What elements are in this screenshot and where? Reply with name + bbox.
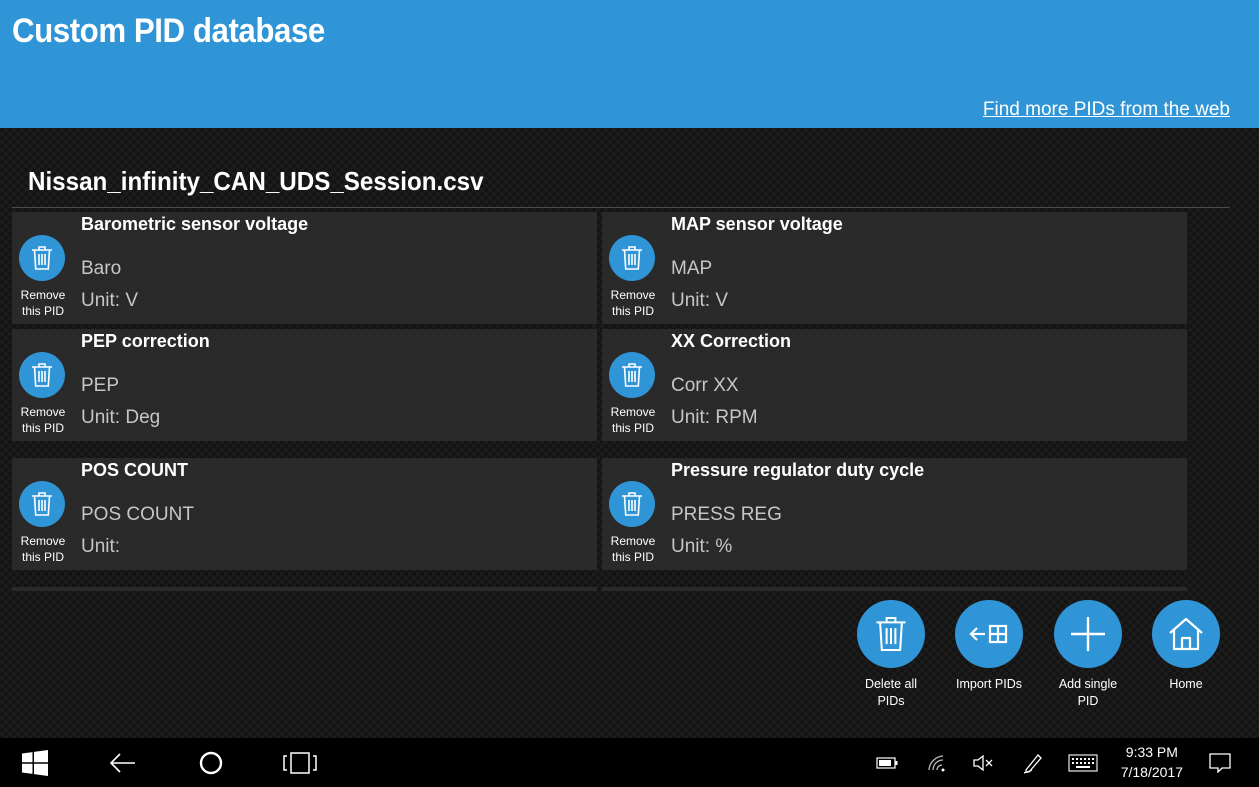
remove-label: Remove this PID	[20, 405, 66, 435]
windows-logo-icon	[22, 749, 48, 776]
pid-short-name: Corr XX	[671, 375, 739, 396]
pid-short-name: PEP	[81, 375, 120, 396]
clock[interactable]: 9:33 PM 7/18/2017	[1121, 742, 1183, 782]
plus-icon	[1054, 600, 1122, 668]
delete-all-pids-button[interactable]: Delete all PIDs	[846, 600, 936, 710]
import-label: Import PIDs	[956, 677, 1022, 691]
remove-pid-button[interactable]: Remove this PID	[12, 458, 72, 570]
add-single-pid-button[interactable]: Add single PID	[1043, 600, 1133, 710]
pid-unit: Unit: V	[81, 290, 139, 311]
pid-name: XX Correction	[671, 331, 792, 351]
wifi-icon[interactable]	[922, 738, 952, 787]
pid-name: POS COUNT	[81, 460, 189, 480]
remove-label: Remove this PID	[20, 534, 66, 564]
trash-icon	[19, 235, 65, 281]
home-label: Home	[1169, 677, 1203, 691]
remove-pid-button[interactable]: Remove this PID	[602, 458, 662, 570]
circle-icon	[199, 751, 223, 774]
trash-icon	[609, 481, 655, 527]
battery-icon[interactable]	[872, 738, 902, 787]
find-more-pids-link[interactable]: Find more PIDs from the web	[983, 99, 1230, 121]
delete-all-label: Delete all PIDs	[864, 677, 918, 708]
pid-card: Remove this PID PEP correction PEP Unit: …	[12, 329, 597, 441]
pid-grid: Remove this PID Barometric sensor voltage…	[12, 212, 1187, 591]
pid-card: Remove this PID POS COUNT POS COUNT Unit:	[12, 458, 597, 570]
remove-pid-button[interactable]: Remove this PID	[12, 329, 72, 441]
pid-name: Barometric sensor voltage	[81, 214, 309, 234]
pid-unit: Unit: Deg	[81, 407, 161, 428]
pid-name: PEP correction	[81, 331, 210, 351]
pid-unit: Unit: %	[671, 536, 733, 557]
pid-short-name: Baro	[81, 258, 122, 279]
file-name: Nissan_infinity_CAN_UDS_Session.csv	[28, 166, 484, 196]
back-arrow-icon	[110, 752, 135, 773]
app-header: Custom PID database Find more PIDs from …	[0, 0, 1259, 128]
divider	[12, 207, 1230, 208]
trash-icon	[609, 352, 655, 398]
task-view-button[interactable]	[275, 738, 325, 787]
keyboard-icon[interactable]	[1064, 738, 1102, 787]
trash-icon	[19, 352, 65, 398]
trash-icon	[19, 481, 65, 527]
clock-date: 7/18/2017	[1120, 764, 1183, 780]
pid-card: Remove this PID MAP sensor voltage MAP Un…	[602, 212, 1187, 324]
pid-card-partial	[12, 587, 597, 591]
cortana-button[interactable]	[186, 738, 236, 787]
pid-short-name: PRESS REG	[671, 504, 782, 525]
pid-short-name: POS COUNT	[81, 504, 194, 525]
remove-label: Remove this PID	[20, 288, 66, 318]
add-single-label: Add single PID	[1058, 677, 1118, 708]
page-title: Custom PID database	[12, 12, 325, 50]
pid-unit: Unit:	[81, 536, 121, 557]
pid-name: Pressure regulator duty cycle	[671, 460, 925, 480]
pen-icon[interactable]	[1018, 738, 1048, 787]
remove-pid-button[interactable]: Remove this PID	[12, 212, 72, 324]
home-icon	[1152, 600, 1220, 668]
import-icon	[955, 600, 1023, 668]
pid-card-partial	[602, 587, 1187, 591]
pid-card: Remove this PID Barometric sensor voltage…	[12, 212, 597, 324]
pid-card: Remove this PID Pressure regulator duty c…	[602, 458, 1187, 570]
windows-taskbar: 9:33 PM 7/18/2017	[0, 738, 1259, 787]
pid-unit: Unit: V	[671, 290, 729, 311]
home-button[interactable]: Home	[1141, 600, 1231, 710]
trash-icon	[857, 600, 925, 668]
task-view-icon	[283, 751, 317, 774]
pid-card: Remove this PID XX Correction Corr XX Uni…	[602, 329, 1187, 441]
remove-label: Remove this PID	[610, 534, 656, 564]
clock-time: 9:33 PM	[1125, 744, 1178, 760]
import-pids-button[interactable]: Import PIDs	[944, 600, 1034, 710]
remove-pid-button[interactable]: Remove this PID	[602, 329, 662, 441]
pid-short-name: MAP	[671, 258, 713, 279]
remove-label: Remove this PID	[610, 288, 656, 318]
pid-unit: Unit: RPM	[671, 407, 758, 428]
remove-pid-button[interactable]: Remove this PID	[602, 212, 662, 324]
back-button[interactable]	[98, 738, 148, 787]
trash-icon	[609, 235, 655, 281]
volume-muted-icon[interactable]	[968, 738, 998, 787]
start-button[interactable]	[10, 738, 60, 787]
action-center-icon[interactable]	[1205, 738, 1235, 787]
remove-label: Remove this PID	[610, 405, 656, 435]
pid-name: MAP sensor voltage	[671, 214, 843, 234]
